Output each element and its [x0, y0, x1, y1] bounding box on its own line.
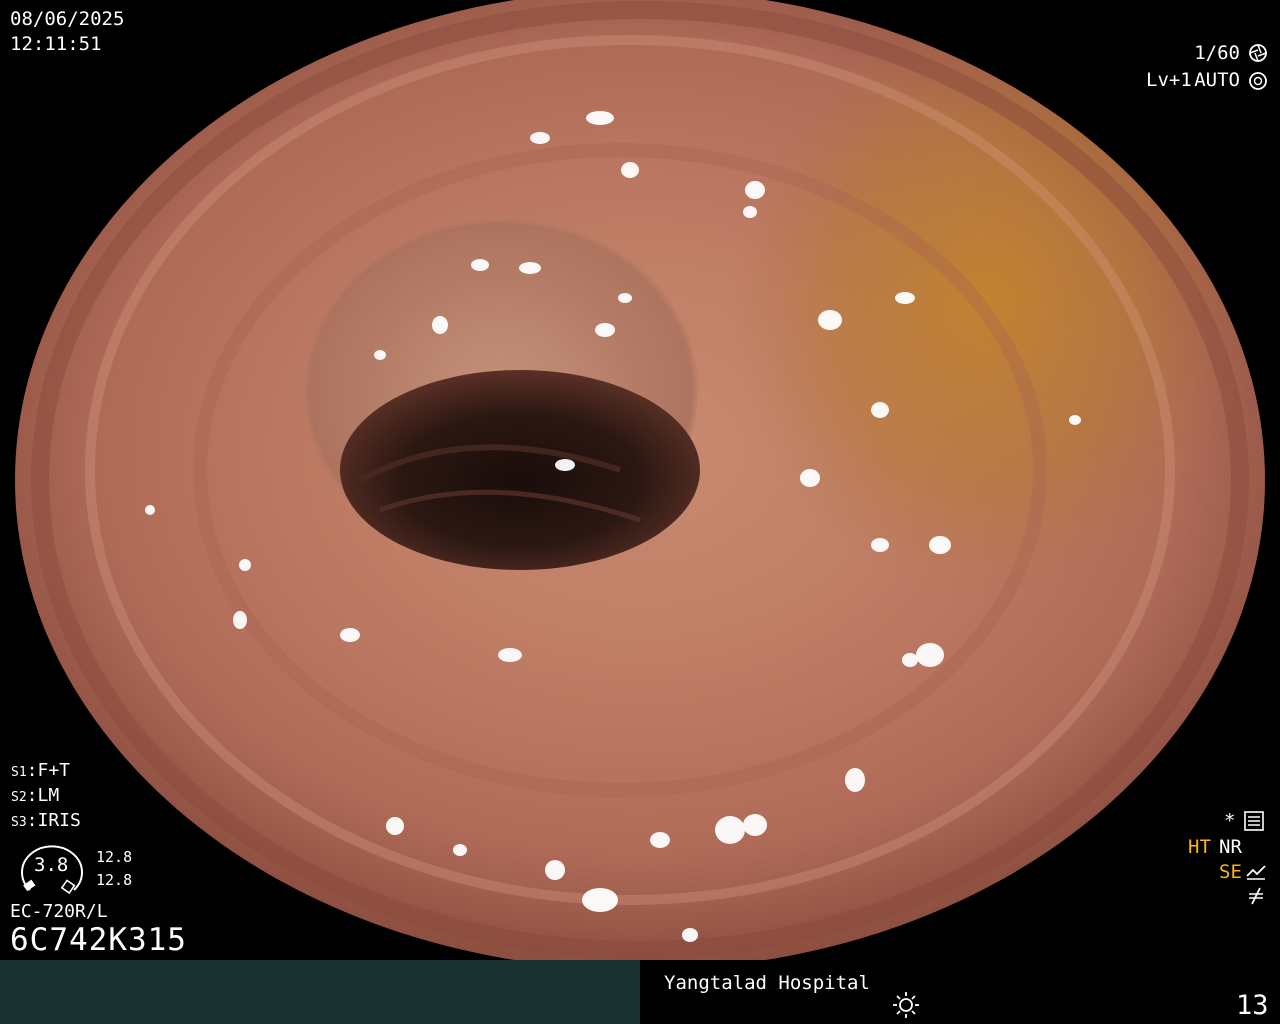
setting-s1-value: F+T [37, 760, 71, 781]
gauge-readout-1: 12.8 [96, 848, 133, 866]
frame-count: 13 [1236, 990, 1269, 1021]
star-icon: * [1224, 810, 1236, 832]
date-readout: 08/06/2025 [10, 8, 125, 30]
footer-bar [0, 960, 1280, 1024]
menu-grid-icon [1244, 811, 1264, 831]
setting-s1: S1:F+T [11, 760, 71, 781]
lightning-icon [1249, 887, 1263, 905]
hospital-name: Yangtalad Hospital [664, 972, 870, 994]
setting-s3-key: S3 [11, 815, 27, 830]
endoscope-view [0, 0, 1280, 960]
level-readout: Lv+1 [1146, 69, 1192, 91]
sun-icon [893, 992, 919, 1018]
curve-icon [1246, 865, 1266, 880]
setting-s3-value: IRIS [37, 810, 81, 831]
iris-mode-readout: AUTO [1194, 69, 1240, 91]
nr-status: NR [1219, 836, 1242, 858]
se-status: SE [1219, 861, 1242, 883]
iris-icon [1249, 72, 1267, 90]
footer-left-panel [0, 960, 640, 1024]
setting-s2-key: S2 [11, 790, 27, 805]
gauge-readout-2: 12.8 [96, 871, 133, 889]
time-readout: 12:11:51 [10, 33, 102, 55]
ht-status: HT [1188, 836, 1211, 858]
shutter-icon [1249, 44, 1267, 62]
setting-s2: S2:LM [11, 785, 60, 806]
scope-serial: 6C742K315 [10, 922, 187, 958]
gauge-value: 3.8 [34, 854, 69, 876]
setting-s3: S3:IRIS [11, 810, 81, 831]
scope-model: EC-720R/L [10, 901, 108, 922]
shutter-readout: 1/60 [1194, 42, 1240, 64]
endoscope-image [15, 0, 1265, 960]
setting-s2-value: LM [37, 785, 60, 806]
setting-s1-key: S1 [11, 765, 27, 780]
